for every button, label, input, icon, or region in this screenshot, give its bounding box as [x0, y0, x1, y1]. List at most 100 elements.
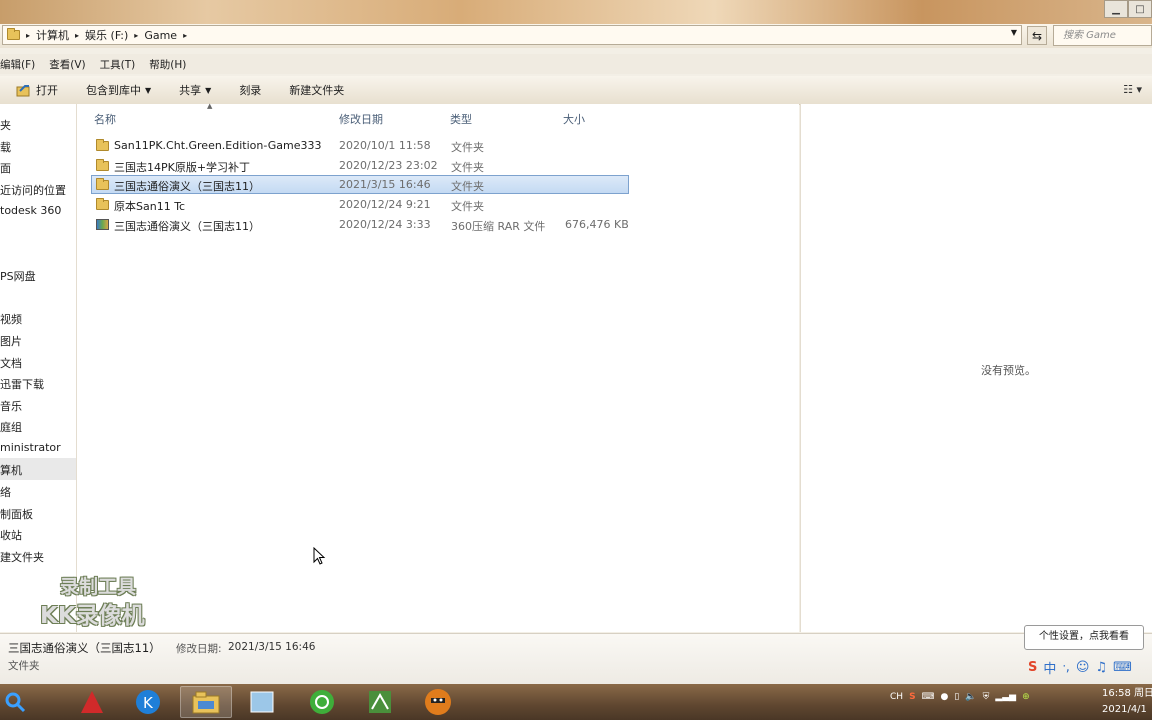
ime-emoji-icon[interactable]: ☺: [1076, 660, 1090, 675]
nav-item-pictures[interactable]: 图片: [0, 333, 22, 349]
tray-lang[interactable]: CH: [890, 692, 903, 702]
watermark-line2: KK录像机: [40, 603, 145, 629]
folder-icon: [96, 139, 109, 151]
360-browser-icon: [310, 690, 334, 714]
nav-item-recent-places[interactable]: 近访问的位置: [0, 182, 66, 198]
new-folder-label: 新建文件夹: [289, 84, 345, 97]
explorer-icon: [192, 691, 220, 714]
volume-icon[interactable]: 🔈: [965, 692, 976, 702]
taskbar-app-explorer[interactable]: [180, 686, 232, 718]
nav-item-new-folder[interactable]: 建文件夹: [0, 549, 44, 565]
include-library-button[interactable]: 包含到库中 ▼: [86, 82, 151, 98]
menu-edit[interactable]: 编辑(F): [0, 57, 35, 72]
device-tray-icon[interactable]: ▯: [954, 692, 959, 702]
record-tray-icon[interactable]: ●: [941, 692, 949, 702]
file-type: 文件夹: [451, 200, 484, 213]
column-header-size[interactable]: 大小: [563, 111, 585, 127]
maximize-button[interactable]: □: [1128, 0, 1152, 18]
chevron-right-icon[interactable]: ▸: [26, 31, 30, 40]
no-preview-text: 没有预览。: [981, 364, 1036, 377]
ime-tooltip[interactable]: 个性设置，点我看看: [1024, 625, 1144, 650]
taskbar-app-sketchup[interactable]: [354, 686, 406, 718]
file-name: 原本San11 Tc: [114, 200, 186, 213]
ime-voice-icon[interactable]: ♫: [1095, 660, 1107, 675]
nav-item-homegroup[interactable]: 庭组: [0, 419, 22, 435]
nav-item-documents[interactable]: 文档: [0, 355, 22, 371]
menu-tools[interactable]: 工具(T): [100, 57, 136, 72]
search-input[interactable]: 搜索 Game: [1053, 25, 1152, 46]
nav-item-favorites[interactable]: 夹: [0, 117, 11, 133]
game-icon: [425, 689, 451, 715]
breadcrumb-drive[interactable]: 娱乐 (F:): [85, 27, 128, 43]
burn-button[interactable]: 刻录: [239, 82, 261, 98]
search-icon: [5, 692, 26, 713]
ime-keyboard-icon[interactable]: ⌨: [1113, 660, 1132, 675]
file-row[interactable]: 三国志14PK原版+学习补丁 2020/12/23 23:02 文件夹: [91, 156, 629, 175]
folder-icon: [96, 198, 109, 210]
column-header-type[interactable]: 类型: [450, 111, 472, 127]
sort-arrow-icon: ▲: [207, 102, 213, 110]
ime-punct-icon[interactable]: ᐧ,: [1062, 660, 1069, 675]
folder-icon: [96, 178, 109, 190]
nav-item-xunlei-downloads[interactable]: 迅雷下载: [0, 376, 44, 392]
nav-item-music[interactable]: 音乐: [0, 398, 22, 414]
chevron-right-icon[interactable]: ▸: [183, 31, 187, 40]
dropdown-arrow-icon: ▼: [145, 85, 152, 95]
nav-item-videos[interactable]: 视频: [0, 311, 22, 327]
share-button[interactable]: 共享 ▼: [179, 82, 211, 98]
minimize-button[interactable]: ▁: [1104, 0, 1128, 18]
kugou-icon: K: [136, 690, 160, 714]
sogou-logo-icon[interactable]: S: [1028, 660, 1037, 675]
navigation-pane: 夹 载 面 近访问的位置 todesk 360 PS网盘 视频 图片 文档 迅雷…: [0, 104, 77, 632]
nav-item-desktop[interactable]: 面: [0, 160, 11, 176]
column-header-name[interactable]: 名称: [94, 111, 116, 127]
chevron-right-icon[interactable]: ▸: [134, 31, 138, 40]
keyboard-tray-icon[interactable]: ⌨: [922, 692, 935, 702]
ime-lang[interactable]: 中: [1043, 658, 1056, 677]
nav-item-wps-drive[interactable]: PS网盘: [0, 268, 36, 284]
nav-item-recycle-bin[interactable]: 收站: [0, 527, 22, 543]
chevron-right-icon[interactable]: ▸: [75, 31, 79, 40]
nav-item-todesk[interactable]: todesk 360: [0, 204, 61, 217]
file-row[interactable]: 原本San11 Tc 2020/12/24 9:21 文件夹: [91, 195, 629, 214]
window-controls: ▁ □: [1104, 0, 1152, 18]
nav-item-network[interactable]: 络: [0, 484, 11, 500]
new-folder-button[interactable]: 新建文件夹: [289, 82, 344, 98]
taskbar-app-window[interactable]: [236, 686, 288, 718]
file-name: 三国志通俗演义（三国志11）: [114, 220, 260, 233]
file-row[interactable]: 三国志通俗演义（三国志11） 2020/12/24 3:33 360压缩 RAR…: [91, 215, 629, 234]
menu-view[interactable]: 查看(V): [49, 57, 85, 72]
details-file-type: 文件夹: [8, 660, 40, 672]
file-row[interactable]: San11PK.Cht.Green.Edition-Game333 2020/1…: [91, 136, 629, 155]
burn-label: 刻录: [239, 84, 262, 97]
file-row-selected[interactable]: 三国志通俗演义（三国志11） 2021/3/15 16:46 文件夹: [91, 175, 629, 194]
nav-item-control-panel[interactable]: 制面板: [0, 506, 33, 522]
nav-item-computer[interactable]: 算机: [0, 462, 22, 478]
sogou-tray-icon[interactable]: S: [909, 692, 915, 702]
security-shield-icon[interactable]: ⛨: [983, 692, 990, 702]
file-size: 676,476 KB: [565, 218, 629, 231]
open-button[interactable]: 打开: [16, 82, 58, 98]
refresh-button[interactable]: ⇆: [1027, 26, 1047, 45]
view-options-icon[interactable]: ☷ ▾: [1123, 83, 1142, 96]
update-tray-icon[interactable]: ⊕: [1022, 692, 1030, 702]
taskbar-app-autocad[interactable]: [66, 686, 118, 718]
address-bar[interactable]: ▸ 计算机 ▸ 娱乐 (F:) ▸ Game ▸ ▼: [2, 25, 1022, 45]
taskbar-app-360[interactable]: [296, 686, 348, 718]
file-name: 三国志14PK原版+学习补丁: [114, 161, 251, 174]
details-file-name: 三国志通俗演义（三国志11）: [8, 641, 161, 655]
breadcrumb-game[interactable]: Game: [144, 29, 177, 42]
column-header-date[interactable]: 修改日期: [339, 111, 383, 127]
address-dropdown-icon[interactable]: ▼: [1011, 28, 1017, 37]
watermark-line1: 录制工具: [60, 576, 137, 598]
nav-item-administrator[interactable]: ministrator: [0, 441, 61, 454]
search-start-button[interactable]: [0, 686, 30, 718]
taskbar-app-kugou[interactable]: K: [122, 686, 174, 718]
nav-item-downloads[interactable]: 载: [0, 139, 11, 155]
menu-help[interactable]: 帮助(H): [149, 57, 186, 72]
taskbar-app-game[interactable]: [412, 686, 464, 718]
breadcrumb-computer[interactable]: 计算机: [36, 27, 69, 43]
taskbar-clock[interactable]: 16:58 周日 2021/4/1: [1102, 686, 1152, 718]
network-signal-icon[interactable]: ▂▃▅: [995, 692, 1016, 702]
command-toolbar: 打开 包含到库中 ▼ 共享 ▼ 刻录 新建文件夹 ☷ ▾: [0, 76, 1152, 105]
